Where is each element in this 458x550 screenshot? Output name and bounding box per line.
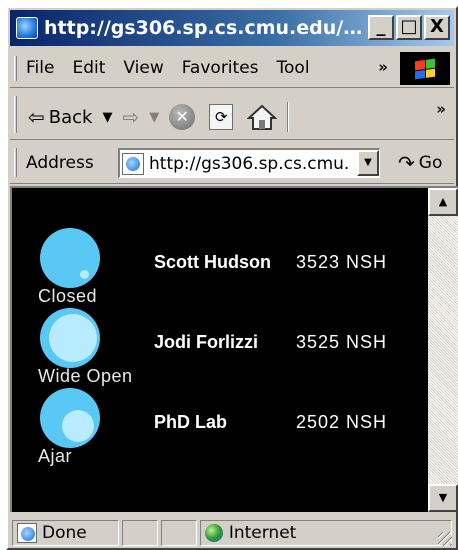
occupant-name: Jodi Forlizzi — [154, 332, 259, 352]
back-button-label[interactable]: Back — [49, 107, 93, 128]
minimize-button[interactable]: _ — [368, 15, 394, 40]
ie-page-icon — [16, 17, 38, 39]
menu-overflow-chevron-icon[interactable]: » — [378, 58, 388, 76]
door-row-scott-hudson: Closed Scott Hudson 3523 NSH — [12, 216, 428, 306]
back-arrow-icon[interactable]: ⇦ — [28, 105, 45, 129]
door-ajar-indicator-icon — [40, 388, 100, 448]
page-viewport: Closed Scott Hudson 3523 NSH Wide Open J… — [10, 186, 458, 512]
door-row-jodi-forlizzi: Wide Open Jodi Forlizzi 3525 NSH — [12, 296, 428, 386]
toolbar-separator — [287, 102, 290, 132]
window-title: http://gs306.sp.cs.cmu.edu/do... — [44, 17, 374, 39]
door-status-label: Ajar — [38, 446, 73, 466]
address-url[interactable]: http://gs306.sp.cs.cmu. — [149, 154, 349, 174]
status-bar: Done Internet — [10, 518, 454, 548]
address-label: Address — [26, 153, 94, 173]
toolbar-grip[interactable] — [14, 148, 17, 177]
page-done-icon — [17, 523, 37, 543]
browser-window: http://gs306.sp.cs.cmu.edu/do... _ □ X F… — [6, 6, 458, 550]
status-panel-empty — [161, 520, 197, 546]
title-bar[interactable]: http://gs306.sp.cs.cmu.edu/do... _ □ X — [10, 10, 454, 46]
resize-grip-icon[interactable] — [438, 532, 452, 546]
security-zone-panel: Internet — [199, 520, 452, 546]
navigation-toolbar: ⇦ Back ▼ ⇨ ▼ ✕ ⟳ » — [10, 90, 454, 140]
go-label: Go — [418, 153, 443, 173]
forward-arrow-icon[interactable]: ⇨ — [122, 105, 139, 129]
scroll-up-arrow-icon[interactable]: ▲ — [428, 188, 458, 216]
scroll-down-arrow-icon[interactable]: ▼ — [428, 484, 458, 512]
go-button[interactable]: ↷ Go — [398, 151, 442, 175]
status-text: Done — [42, 523, 87, 543]
occupant-name: Scott Hudson — [154, 252, 271, 272]
menu-favorites[interactable]: Favorites — [182, 58, 259, 78]
refresh-icon[interactable]: ⟳ — [209, 104, 234, 130]
menu-edit[interactable]: Edit — [72, 58, 105, 78]
back-dropdown-icon[interactable]: ▼ — [102, 110, 112, 125]
page-icon — [122, 152, 144, 175]
occupant-name: PhD Lab — [154, 412, 228, 432]
maximize-button[interactable]: □ — [396, 15, 422, 40]
address-bar: Address http://gs306.sp.cs.cmu. ▼ ↷ Go — [10, 142, 454, 184]
toolbar-grip[interactable] — [14, 96, 17, 133]
go-arrow-icon: ↷ — [398, 151, 415, 175]
internet-globe-icon — [204, 524, 223, 542]
vertical-scrollbar[interactable]: ▲ ▼ — [428, 188, 458, 512]
window-controls: _ □ X — [368, 15, 450, 40]
status-panel: Done — [12, 520, 120, 546]
room-number: 3525 NSH — [296, 332, 388, 352]
status-panel-empty — [122, 520, 159, 546]
forward-dropdown-icon[interactable]: ▼ — [149, 110, 159, 125]
toolbar-grip[interactable] — [14, 56, 17, 81]
menu-bar: File Edit View Favorites Tool » — [10, 50, 454, 88]
menu-tools[interactable]: Tool — [277, 58, 310, 78]
stop-icon[interactable]: ✕ — [169, 104, 196, 130]
door-closed-indicator-icon — [40, 228, 100, 288]
door-status-list: Closed Scott Hudson 3523 NSH Wide Open J… — [12, 188, 428, 512]
windows-logo-icon — [400, 52, 450, 85]
address-dropdown-icon[interactable]: ▼ — [357, 150, 379, 176]
toolbar-overflow-chevron-icon[interactable]: » — [436, 100, 446, 118]
close-button[interactable]: X — [424, 15, 450, 40]
zone-text: Internet — [228, 523, 297, 543]
room-number: 2502 NSH — [296, 412, 388, 432]
menu-view[interactable]: View — [123, 58, 163, 78]
room-number: 3523 NSH — [296, 252, 388, 272]
address-input[interactable]: http://gs306.sp.cs.cmu. ▼ — [118, 148, 380, 178]
door-wide-open-indicator-icon — [40, 308, 100, 368]
door-row-phd-lab: Ajar PhD Lab 2502 NSH — [12, 376, 428, 466]
menu-file[interactable]: File — [26, 58, 54, 78]
home-icon[interactable] — [246, 103, 278, 131]
